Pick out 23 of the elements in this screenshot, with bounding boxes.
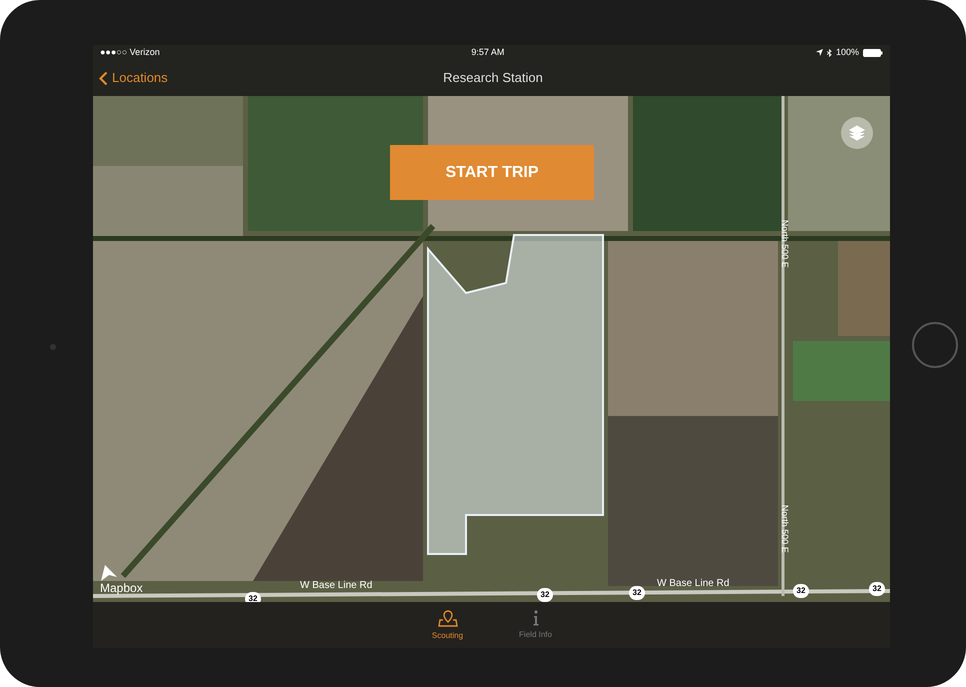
mapbox-attribution[interactable]: Mapbox (100, 582, 143, 594)
road-label: North 500 E (778, 220, 791, 268)
tab[interactable]: Scouting (418, 608, 478, 642)
battery-text: 100% (836, 46, 859, 59)
battery-icon (862, 48, 883, 56)
map-pin-icon (438, 608, 458, 626)
clock-text: 9:57 AM (471, 46, 504, 59)
bluetooth-icon (826, 48, 832, 56)
home-button[interactable] (912, 322, 958, 368)
info-icon (532, 610, 538, 626)
back-button[interactable]: Locations (93, 68, 168, 88)
layers-button[interactable] (841, 117, 873, 149)
screen-title: Research Station (442, 69, 544, 88)
location-arrow-icon (816, 49, 823, 56)
tab[interactable]: Field Info (506, 610, 566, 640)
layers-icon (849, 125, 865, 141)
carrier-text: ●●●○○ Verizon (100, 46, 160, 59)
compass-arrow-icon (100, 564, 118, 582)
road-label: W Base Line Rd (657, 577, 730, 591)
road-label: W Base Line Rd (300, 579, 372, 593)
route-shield: 32 (245, 592, 261, 602)
road-label: North 500 E (778, 504, 791, 553)
chevron-left-icon (99, 70, 108, 86)
